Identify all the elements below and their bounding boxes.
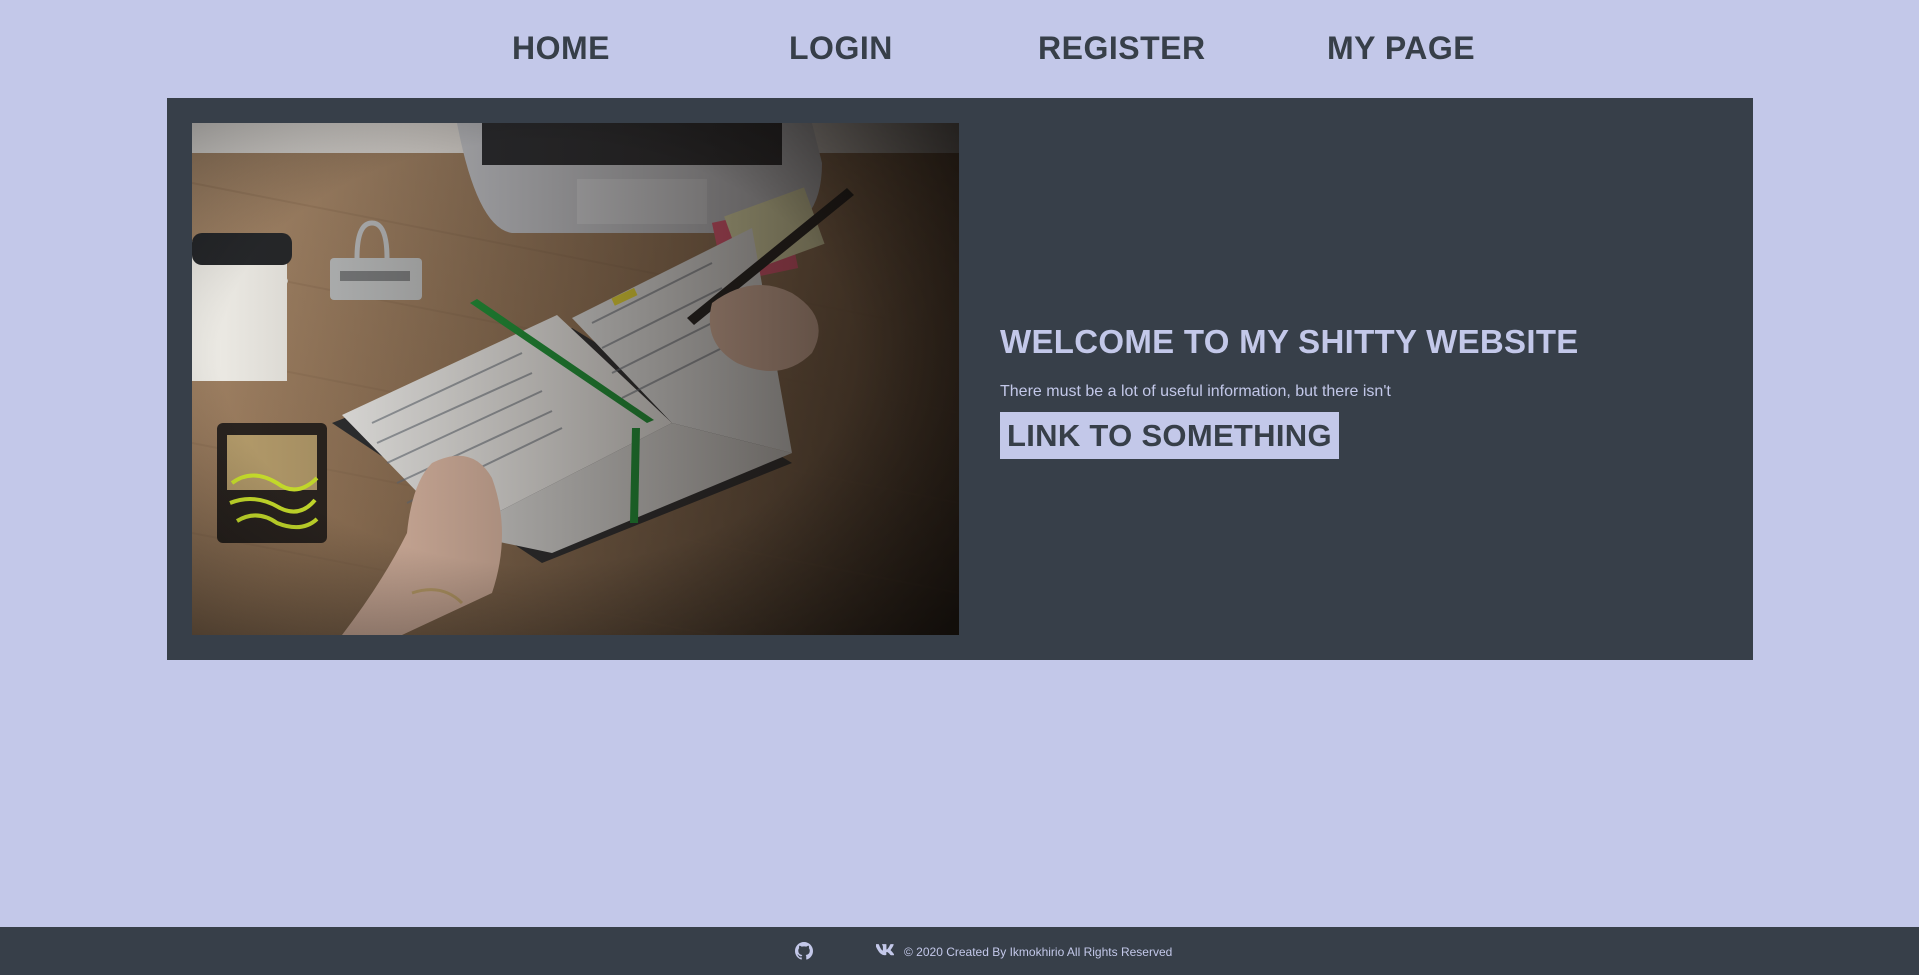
hero-subtitle: There must be a lot of useful informatio… [1000, 383, 1391, 400]
nav-my-page-link[interactable]: MY PAGE [1327, 30, 1475, 67]
nav-home-link[interactable]: HOME [512, 30, 610, 67]
nav-register-link[interactable]: REGISTER [1038, 30, 1206, 67]
link-to-something-button[interactable]: LINK TO SOMETHING [1000, 412, 1339, 459]
github-icon[interactable] [795, 942, 813, 965]
hero-title: WELCOME TO MY SHITTY WEBSITE [1000, 323, 1579, 360]
hero-text-block: WELCOME TO MY SHITTY WEBSITE There must … [1000, 323, 1579, 459]
hero-image [192, 123, 959, 635]
copyright-text: © 2020 Created By Ikmokhirio All Rights … [904, 945, 1173, 959]
top-nav: HOME LOGIN REGISTER MY PAGE [0, 0, 1919, 98]
hero-panel: WELCOME TO MY SHITTY WEBSITE There must … [167, 98, 1753, 660]
nav-login-link[interactable]: LOGIN [789, 30, 893, 67]
vk-icon[interactable] [875, 943, 895, 962]
footer: © 2020 Created By Ikmokhirio All Rights … [0, 927, 1919, 975]
